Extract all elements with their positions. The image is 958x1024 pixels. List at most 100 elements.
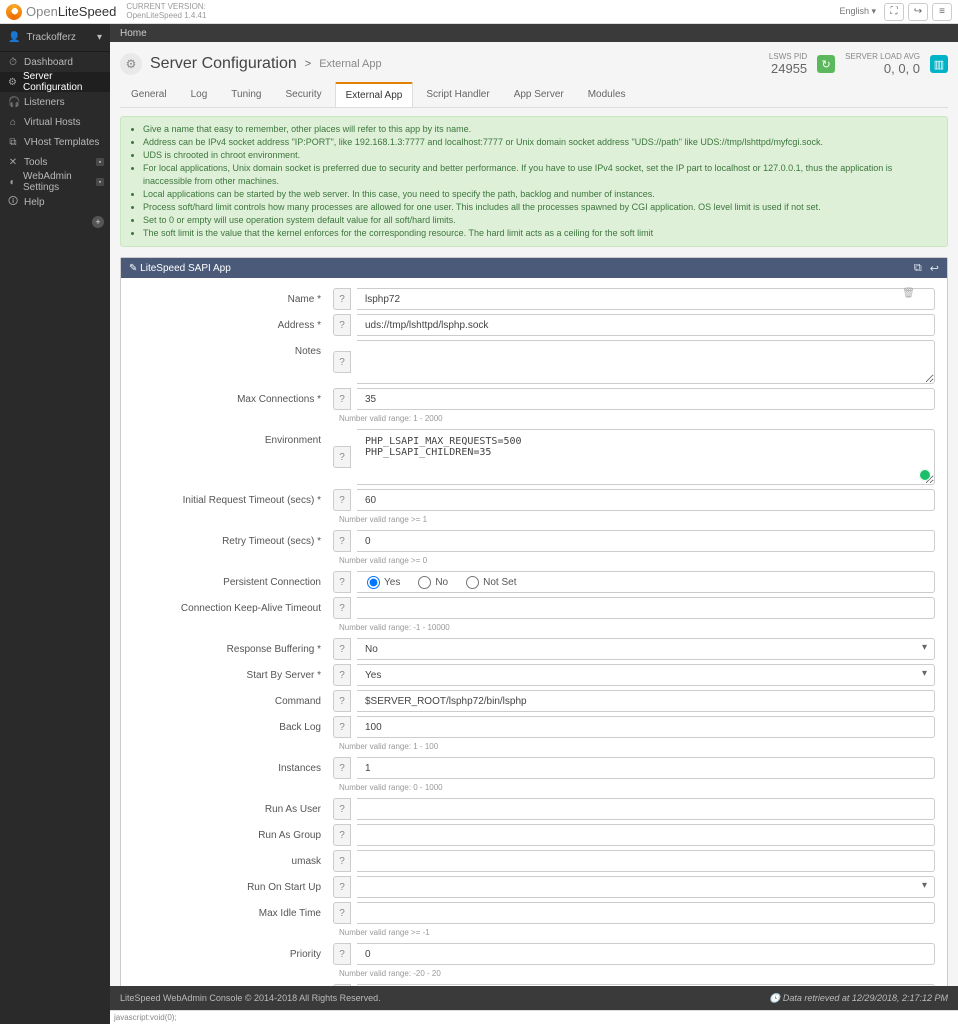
collapse-icon: ▪ (96, 178, 104, 186)
help-icon[interactable]: ? (333, 530, 351, 552)
name-input[interactable] (357, 288, 935, 310)
tab[interactable]: Modules (577, 82, 637, 107)
respbuf-select[interactable]: No (357, 638, 935, 660)
row-backlog: Back Log ? (133, 716, 935, 738)
user-icon: 👤 (8, 32, 20, 43)
tab[interactable]: General (120, 82, 178, 107)
help-icon[interactable]: ? (333, 716, 351, 738)
maxconn-input[interactable] (357, 388, 935, 410)
row-env: Environment ? PHP_LSAPI_MAX_REQUESTS=500… (133, 429, 935, 485)
command-input[interactable] (357, 690, 935, 712)
sidebar-item[interactable]: ⌂Virtual Hosts (0, 112, 110, 132)
row-runuser: Run As User ? (133, 798, 935, 820)
help-icon[interactable]: ? (333, 664, 351, 686)
tab[interactable]: App Server (503, 82, 575, 107)
maxidle-input[interactable] (357, 902, 935, 924)
help-icon[interactable]: ? (333, 446, 351, 468)
hint-maxidle: Number valid range >= -1 (339, 928, 935, 937)
umask-input[interactable] (357, 850, 935, 872)
back-icon[interactable]: ↩ (930, 262, 939, 275)
sidebar-item[interactable]: ⏱Dashboard (0, 52, 110, 72)
help-icon[interactable]: ? (333, 489, 351, 511)
radio-yes[interactable]: Yes (367, 576, 400, 589)
help-icon[interactable]: ? (333, 798, 351, 820)
retryto-input[interactable] (357, 530, 935, 552)
panel-title: LiteSpeed SAPI App (140, 263, 231, 274)
rungroup-input[interactable] (357, 824, 935, 846)
copy-icon[interactable]: ⧉ (914, 262, 922, 275)
sidebar-item[interactable]: ⚙Server Configuration (0, 72, 110, 92)
graph-button[interactable]: ▥ (930, 55, 948, 73)
label-respbuf: Response Buffering * (133, 638, 333, 655)
menu-button[interactable]: ≡ (932, 3, 952, 21)
sidebar-add: + (0, 216, 110, 230)
instances-input[interactable] (357, 757, 935, 779)
radio-notset[interactable]: Not Set (466, 576, 516, 589)
sidebar-item-label: VHost Templates (24, 137, 99, 148)
sidebar-item[interactable]: 🎧Listeners (0, 92, 110, 112)
sidebar-item[interactable]: ✕Tools▪ (0, 152, 110, 172)
help-icon[interactable]: ? (333, 597, 351, 619)
help-icon[interactable]: ? (333, 757, 351, 779)
priority-input[interactable] (357, 943, 935, 965)
env-input[interactable]: PHP_LSAPI_MAX_REQUESTS=500 PHP_LSAPI_CHI… (357, 429, 935, 485)
tab[interactable]: Tuning (220, 82, 272, 107)
pid-label: LSWS PID (769, 52, 807, 61)
runonstart-select[interactable] (357, 876, 935, 898)
help-icon[interactable]: ? (333, 351, 351, 373)
fullscreen-button[interactable]: ⛶ (884, 3, 904, 21)
startby-select[interactable]: Yes (357, 664, 935, 686)
help-icon[interactable]: ? (333, 824, 351, 846)
breadcrumb-home[interactable]: Home (120, 28, 147, 39)
sidebar-item-icon: ⧉ (8, 137, 18, 148)
help-icon[interactable]: ? (333, 943, 351, 965)
tab[interactable]: Script Handler (415, 82, 500, 107)
sidebar-item[interactable]: 🛈Help (0, 192, 110, 212)
label-runonstart: Run On Start Up (133, 876, 333, 893)
help-icon[interactable]: ? (333, 638, 351, 660)
label-env: Environment (133, 429, 333, 446)
delete-icon[interactable]: 🗑 (902, 288, 915, 299)
runuser-input[interactable] (357, 798, 935, 820)
address-input[interactable] (357, 314, 935, 336)
keepalive-input[interactable] (357, 597, 935, 619)
sidebar-item[interactable]: ◐ WebAdmin Settings▪ (0, 172, 110, 192)
initto-input[interactable] (357, 489, 935, 511)
row-address: Address * ? (133, 314, 935, 336)
backlog-input[interactable] (357, 716, 935, 738)
help-icon[interactable]: ? (333, 571, 351, 593)
add-icon[interactable]: + (92, 216, 104, 228)
help-icon[interactable]: ? (333, 902, 351, 924)
language-label: English (839, 6, 869, 16)
label-keepalive: Connection Keep-Alive Timeout (133, 597, 333, 614)
sidebar-item-icon: 🛈 (8, 194, 18, 211)
notes-input[interactable] (357, 340, 935, 384)
language-selector[interactable]: English ▾ (839, 6, 876, 17)
sidebar-item-icon: ◐ (8, 177, 17, 188)
row-command: Command ? (133, 690, 935, 712)
footer: LiteSpeed WebAdmin Console © 2014-2018 A… (110, 986, 958, 1010)
radio-no[interactable]: No (418, 576, 448, 589)
help-icon[interactable]: ? (333, 690, 351, 712)
tab[interactable]: Security (274, 82, 332, 107)
version-info: CURRENT VERSION: OpenLiteSpeed 1.4.41 (126, 3, 206, 21)
refresh-button[interactable]: ↻ (817, 55, 835, 73)
load-label: SERVER LOAD AVG (845, 52, 920, 61)
tab[interactable]: Log (180, 82, 219, 107)
help-icon[interactable]: ? (333, 876, 351, 898)
sidebar-user[interactable]: 👤 Trackofferz ▾ (0, 24, 110, 52)
tab[interactable]: External App (335, 82, 414, 107)
sidebar-item[interactable]: ⧉ VHost Templates (0, 132, 110, 152)
radio-no-label: No (435, 577, 448, 588)
help-icon[interactable]: ? (333, 388, 351, 410)
help-line: Give a name that easy to remember, other… (143, 123, 937, 136)
page-title-text: Server Configuration (150, 55, 297, 73)
help-icon[interactable]: ? (333, 288, 351, 310)
help-icon[interactable]: ? (333, 850, 351, 872)
help-icon[interactable]: ? (333, 314, 351, 336)
logout-button[interactable]: ↪ (908, 3, 928, 21)
sidebar-item-label: WebAdmin Settings (23, 171, 102, 193)
load-stat: SERVER LOAD AVG 0, 0, 0 (845, 52, 920, 76)
sidebar-item-icon: ✕ (8, 157, 18, 168)
label-address: Address * (133, 314, 333, 331)
